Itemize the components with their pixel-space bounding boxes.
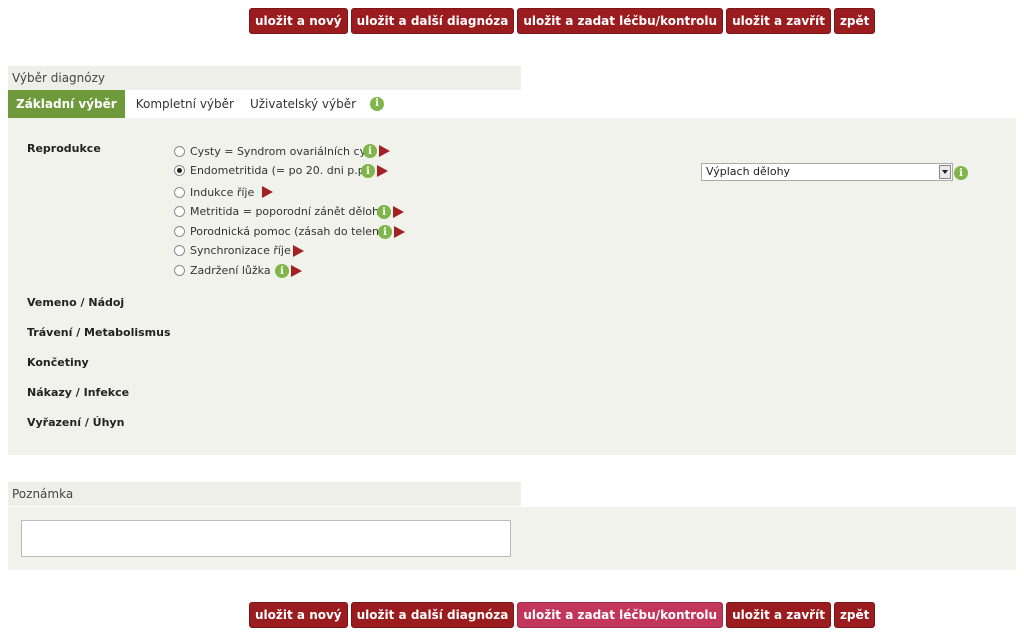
play-icon[interactable] [379, 145, 390, 157]
tab-complete[interactable]: Kompletní výběr [127, 90, 242, 118]
save-treatment-button[interactable]: uložit a zadat léčbu/kontrolu [517, 8, 724, 34]
save-new-button[interactable]: uložit a nový [249, 8, 348, 34]
option-cysts-actions: i [363, 144, 390, 158]
category-culling[interactable]: Vyřazení / Úhyn [27, 416, 124, 429]
play-icon[interactable] [394, 226, 405, 238]
chevron-down-icon[interactable] [939, 165, 951, 179]
diagnosis-section-title: Výběr diagnózy [8, 66, 521, 90]
info-icon[interactable]: i [361, 164, 375, 178]
option-endometritis-actions: i [361, 164, 388, 178]
radio-obstetric-help[interactable] [174, 225, 185, 237]
save-close-button[interactable]: uložit a zavřít [726, 602, 831, 628]
save-next-diagnosis-button[interactable]: uložit a další diagnóza [350, 8, 515, 34]
save-next-diagnosis-button[interactable]: uložit a další diagnóza [350, 602, 515, 628]
tabs-info-button[interactable]: i [364, 90, 391, 118]
tab-user[interactable]: Uživatelský výběr [241, 90, 365, 118]
treatment-info: i [954, 166, 968, 180]
play-icon[interactable] [293, 245, 304, 257]
play-icon[interactable] [262, 186, 273, 198]
radio-heat-induction[interactable] [174, 186, 185, 198]
option-retained-placenta[interactable]: Zadržení lůžka [174, 261, 271, 279]
treatment-select[interactable]: Výplach dělohy [701, 163, 953, 181]
info-icon[interactable]: i [378, 225, 392, 239]
option-retained-placenta-actions: i [275, 264, 302, 278]
radio-cysts[interactable] [174, 145, 185, 157]
option-obstetric-help-actions: i [378, 225, 405, 239]
save-new-button[interactable]: uložit a nový [249, 602, 348, 628]
option-label: Synchronizace říje [190, 243, 291, 257]
category-udder[interactable]: Vemeno / Nádoj [27, 296, 124, 309]
option-label: Zadržení lůžka [190, 263, 271, 277]
note-textarea[interactable] [21, 520, 511, 557]
option-metritis-actions: i [377, 205, 404, 219]
option-obstetric-help[interactable]: Porodnická pomoc (zásah do telení) [174, 222, 386, 240]
bottom-button-bar: uložit a nový uložit a další diagnóza ul… [249, 602, 876, 628]
diagnosis-tabs: Základní výběr Kompletní výběr Uživatels… [8, 90, 391, 118]
info-icon: i [370, 97, 385, 111]
option-metritis[interactable]: Metritida = poporodní zánět dělohy [174, 202, 385, 220]
option-label: Cysty = Syndrom ovariálních cyst [190, 144, 377, 158]
option-endometritis[interactable]: Endometritida (= po 20. dni p.p.) [174, 161, 373, 179]
radio-retained-placenta[interactable] [174, 264, 185, 276]
info-icon[interactable]: i [363, 144, 377, 158]
back-button[interactable]: zpět [833, 8, 876, 34]
option-heat-induction-actions [260, 186, 273, 198]
category-infections[interactable]: Nákazy / Infekce [27, 386, 129, 399]
top-button-bar: uložit a nový uložit a další diagnóza ul… [249, 8, 876, 34]
option-heat-induction[interactable]: Indukce říje [174, 183, 254, 201]
option-label: Metritida = poporodní zánět dělohy [190, 204, 386, 218]
category-digestion[interactable]: Trávení / Metabolismus [27, 326, 171, 339]
option-heat-synchronization[interactable]: Synchronizace říje [174, 241, 291, 259]
note-section-title: Poznámka [8, 482, 521, 506]
option-label: Endometritida (= po 20. dni p.p.) [190, 163, 373, 177]
category-limbs[interactable]: Končetiny [27, 356, 89, 369]
option-cysts[interactable]: Cysty = Syndrom ovariálních cyst [174, 142, 376, 160]
info-icon[interactable]: i [377, 205, 391, 219]
tab-basic[interactable]: Základní výběr [8, 90, 125, 118]
play-icon[interactable] [377, 165, 388, 177]
radio-metritis[interactable] [174, 205, 185, 217]
category-reproduction[interactable]: Reprodukce [27, 142, 101, 155]
info-icon[interactable]: i [954, 166, 968, 180]
treatment-select-value: Výplach dělohy [706, 165, 791, 178]
option-label: Indukce říje [190, 185, 255, 199]
back-button[interactable]: zpět [833, 602, 876, 628]
play-icon[interactable] [393, 206, 404, 218]
info-icon[interactable]: i [275, 264, 289, 278]
radio-endometritis[interactable] [174, 164, 185, 176]
play-icon[interactable] [291, 265, 302, 277]
option-label: Porodnická pomoc (zásah do telení) [190, 224, 387, 238]
save-treatment-button[interactable]: uložit a zadat léčbu/kontrolu [517, 602, 724, 628]
save-close-button[interactable]: uložit a zavřít [726, 8, 831, 34]
option-heat-synchronization-actions [291, 245, 304, 257]
radio-heat-synchronization[interactable] [174, 244, 185, 256]
